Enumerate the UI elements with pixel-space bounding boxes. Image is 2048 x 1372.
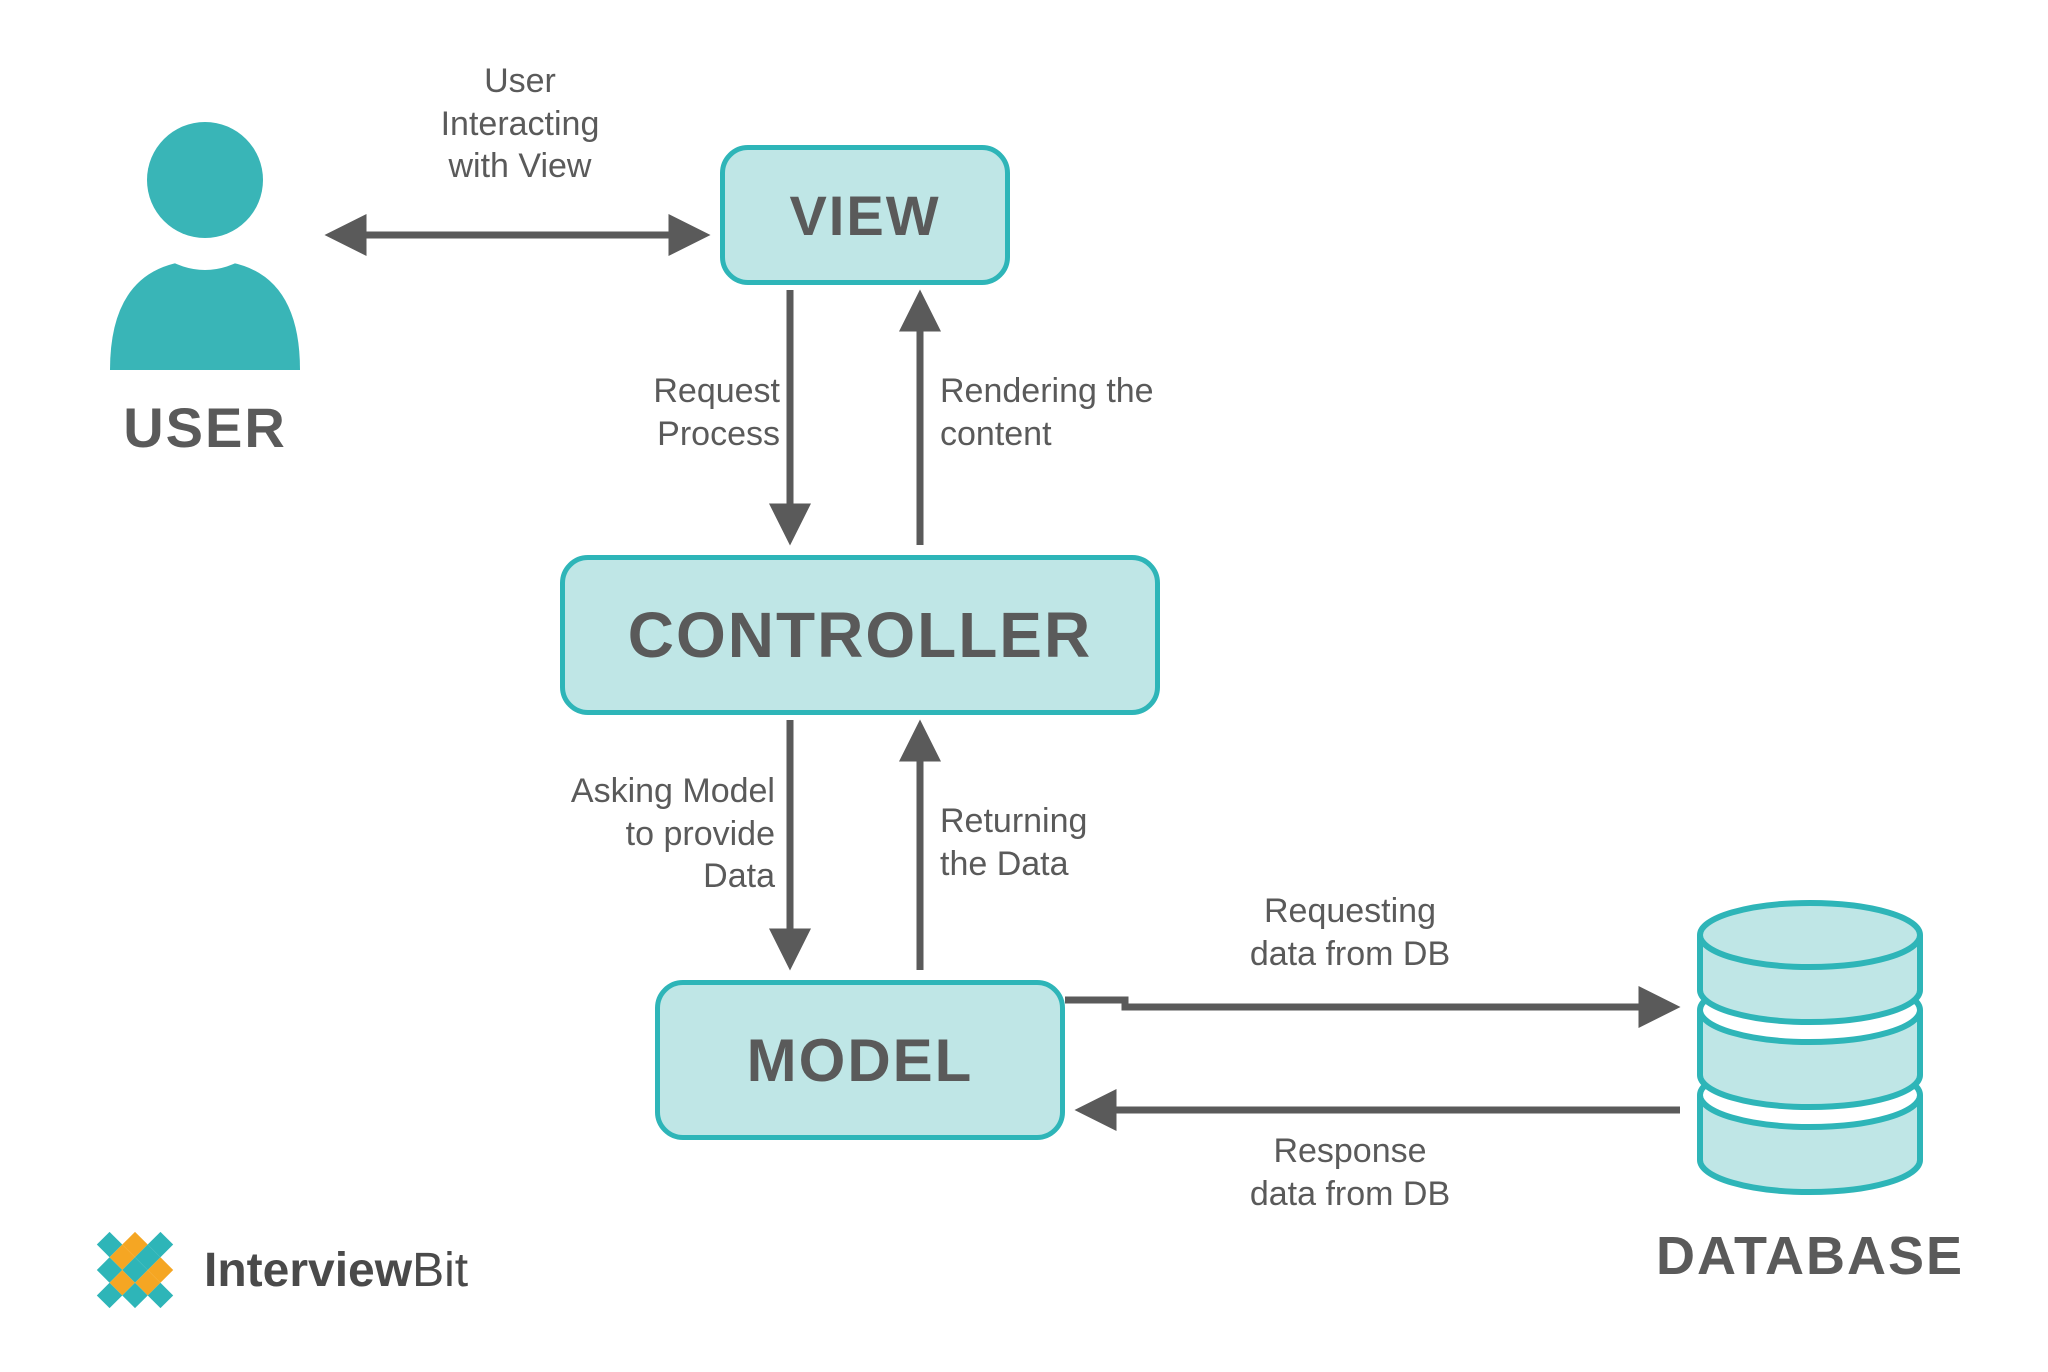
edge-user-view-label: User Interacting with View [390, 60, 650, 188]
logo-text: InterviewBit [204, 1243, 468, 1298]
interviewbit-logo: InterviewBit [80, 1220, 468, 1320]
view-node: VIEW [720, 145, 1010, 285]
model-node: MODEL [655, 980, 1065, 1140]
edge-controller-view-label: Rendering the content [940, 370, 1200, 455]
controller-node-label: CONTROLLER [628, 598, 1092, 672]
view-node-label: VIEW [789, 183, 940, 248]
database-icon [1690, 900, 1930, 1205]
edge-db-model-response-label: Response data from DB [1210, 1130, 1490, 1215]
model-node-label: MODEL [747, 1026, 974, 1095]
edge-model-db-request-label: Requesting data from DB [1210, 890, 1490, 975]
logo-text-light: Bit [412, 1244, 468, 1297]
user-label: USER [80, 395, 330, 460]
user-icon [90, 110, 320, 375]
controller-node: CONTROLLER [560, 555, 1160, 715]
logo-text-bold: Interview [204, 1244, 412, 1297]
edge-view-controller-label: Request Process [600, 370, 780, 455]
edge-model-controller-label: Returning the Data [940, 800, 1140, 885]
database-label: DATABASE [1620, 1225, 2000, 1287]
logo-icon [80, 1220, 190, 1320]
edge-controller-model-label: Asking Model to provide Data [525, 770, 775, 898]
